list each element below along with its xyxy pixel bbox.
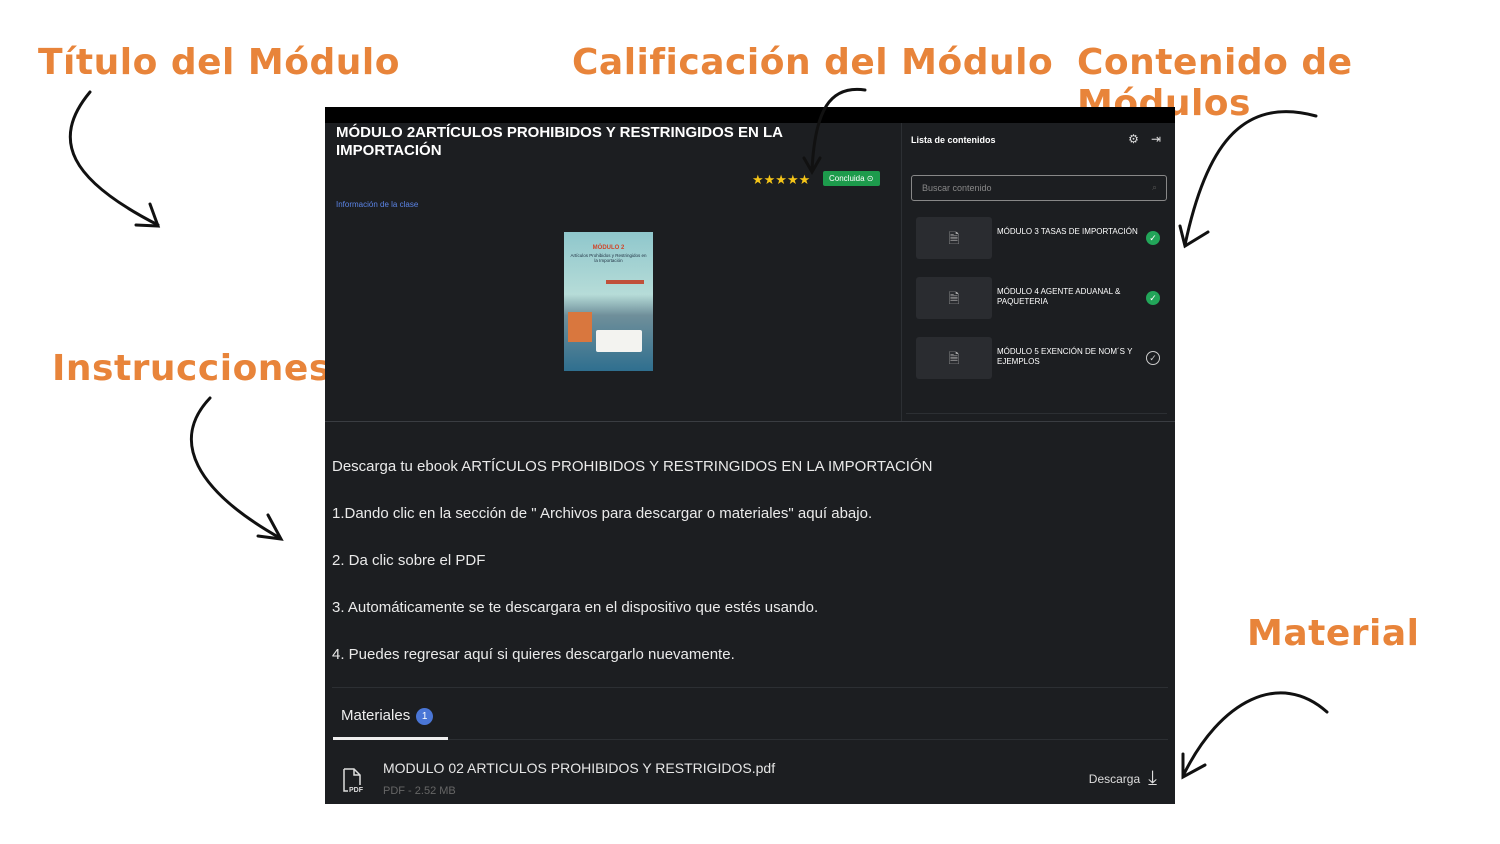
arrow-material bbox=[1181, 691, 1329, 778]
arrow-title bbox=[68, 90, 160, 227]
arrow-contents bbox=[1183, 110, 1318, 247]
annotation-arrows bbox=[68, 87, 1329, 780]
arrow-instructions bbox=[189, 396, 282, 540]
